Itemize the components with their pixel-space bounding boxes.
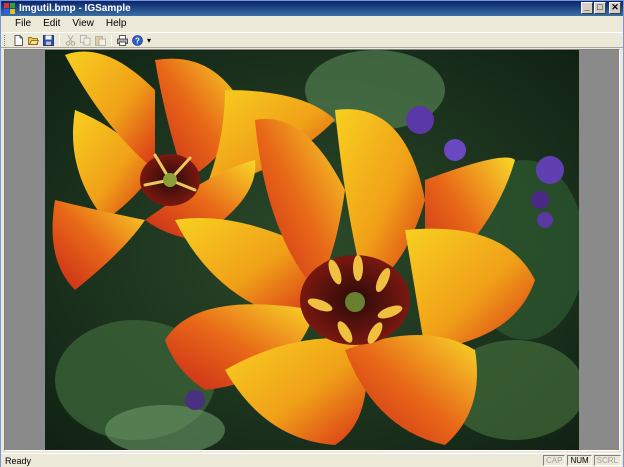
window-controls: _ □ ✕	[581, 2, 621, 14]
toolbar: ? ▾	[1, 32, 623, 48]
menu-edit[interactable]: Edit	[37, 18, 66, 29]
document-view[interactable]	[4, 49, 620, 451]
cut-icon[interactable]	[63, 34, 77, 47]
copy-icon[interactable]	[78, 34, 92, 47]
save-icon[interactable]	[41, 34, 55, 47]
toolbar-grip[interactable]	[4, 34, 7, 46]
toolbar-separator	[111, 34, 112, 46]
menu-bar: File Edit View Help	[1, 16, 623, 31]
menu-file[interactable]: File	[9, 18, 37, 29]
tulip-image	[45, 50, 579, 450]
window-title: Imgutil.bmp - IGSample	[19, 3, 131, 14]
app-icon[interactable]	[4, 3, 15, 14]
svg-text:?: ?	[135, 36, 140, 45]
scroll-lock-indicator: SCRL	[593, 455, 621, 466]
toolbar-overflow-icon[interactable]: ▾	[147, 36, 151, 45]
num-lock-indicator: NUM	[567, 455, 592, 466]
menu-view[interactable]: View	[66, 18, 100, 29]
status-text: Ready	[5, 455, 32, 466]
menu-help[interactable]: Help	[100, 18, 133, 29]
open-folder-icon[interactable]	[26, 34, 40, 47]
help-icon[interactable]: ?	[130, 34, 144, 47]
minimize-button[interactable]: _	[581, 2, 593, 14]
caps-lock-indicator: CAP	[542, 455, 566, 466]
new-file-icon[interactable]	[11, 34, 25, 47]
toolbar-separator	[59, 34, 60, 46]
title-bar[interactable]: Imgutil.bmp - IGSample _ □ ✕	[1, 1, 623, 16]
paste-icon[interactable]	[93, 34, 107, 47]
app-window: Imgutil.bmp - IGSample _ □ ✕ File Edit V…	[0, 0, 624, 467]
status-bar: Ready CAP NUM SCRL	[1, 453, 623, 467]
maximize-button[interactable]: □	[594, 2, 606, 14]
close-button[interactable]: ✕	[609, 2, 621, 14]
print-icon[interactable]	[115, 34, 129, 47]
